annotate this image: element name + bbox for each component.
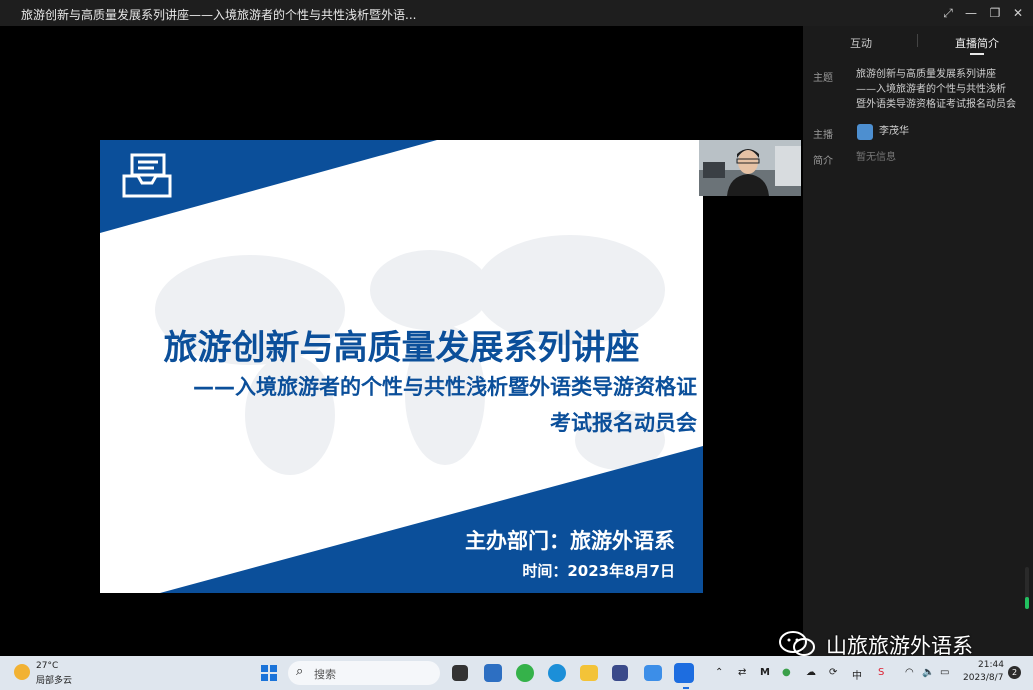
- store-icon[interactable]: [484, 664, 502, 682]
- volume-icon[interactable]: 🔈: [922, 667, 934, 678]
- active-tab-indicator: [970, 53, 984, 55]
- tab-live-intro[interactable]: 直播简介: [955, 35, 999, 51]
- host-name: 李茂华: [879, 126, 909, 137]
- tray-app3-icon[interactable]: ●: [782, 667, 791, 678]
- topic-line2: ——入境旅游者的个性与共性浅析: [856, 84, 1006, 95]
- window-title: 旅游创新与高质量发展系列讲座——入境旅游者的个性与共性浅析暨外语...: [21, 8, 417, 22]
- restore-button[interactable]: ❐: [985, 3, 1005, 23]
- clock-time[interactable]: 21:44: [978, 660, 1004, 670]
- tray-app2-icon[interactable]: M: [760, 667, 770, 678]
- weather-temp[interactable]: 27°C: [36, 661, 58, 671]
- tab-divider: [917, 34, 918, 47]
- slide-organizer: 主办部门：旅游外语系: [465, 529, 675, 553]
- live-app-icon[interactable]: [674, 663, 694, 683]
- active-app-indicator: [683, 687, 689, 689]
- search-icon: ⌕: [296, 664, 304, 679]
- tray-overflow-icon[interactable]: ⌃: [715, 667, 723, 678]
- topic-line1: 旅游创新与高质量发展系列讲座: [856, 69, 996, 80]
- topic-label: 主题: [813, 73, 833, 84]
- taskbar-search-box[interactable]: ⌕ 搜索: [288, 661, 440, 685]
- slide-time: 时间：2023年8月7日: [522, 562, 675, 580]
- cloud-icon[interactable]: [644, 665, 662, 681]
- file-explorer-icon[interactable]: [580, 665, 598, 681]
- intro-value: 暂无信息: [856, 152, 896, 163]
- tray-app6-icon[interactable]: S: [878, 667, 884, 678]
- wifi-icon[interactable]: ◠: [905, 667, 914, 678]
- intro-label: 简介: [813, 156, 833, 167]
- search-placeholder: 搜索: [314, 668, 336, 681]
- presentation-slide: 旅游创新与高质量发展系列讲座 ——入境旅游者的个性与共性浅析暨外语类导游资格证 …: [100, 140, 703, 593]
- close-button[interactable]: ✕: [1008, 3, 1028, 23]
- tray-app5-icon[interactable]: ⟳: [829, 667, 837, 678]
- presenter-camera: [699, 140, 801, 196]
- window-titlebar: 旅游创新与高质量发展系列讲座——入境旅游者的个性与共性浅析暨外语... ⤢ — …: [0, 0, 1033, 26]
- edge-browser-icon[interactable]: [548, 664, 566, 682]
- clock-date[interactable]: 2023/8/7: [963, 673, 1003, 683]
- weather-desc[interactable]: 局部多云: [36, 673, 72, 686]
- windows-taskbar: 27°C 局部多云 ⌕ 搜索 ⌃ ⇄ M ● ☁ ⟳ 中 S ◠ 🔈 ▭ 21:…: [0, 656, 1033, 690]
- tray-app4-icon[interactable]: ☁: [806, 667, 816, 678]
- start-icon[interactable]: [258, 662, 280, 684]
- task-view-icon[interactable]: [452, 665, 468, 681]
- slide-title: 旅游创新与高质量发展系列讲座: [163, 328, 640, 368]
- slide-subtitle-line1: ——入境旅游者的个性与共性浅析暨外语类导游资格证: [193, 375, 697, 399]
- notification-badge[interactable]: 2: [1008, 666, 1021, 679]
- weather-icon: [14, 664, 30, 680]
- slide-subtitle-line2: 考试报名动员会: [550, 411, 697, 435]
- host-label: 主播: [813, 130, 833, 141]
- tab-interaction[interactable]: 互动: [850, 35, 872, 51]
- minimize-button[interactable]: —: [961, 3, 981, 23]
- topic-line3: 暨外语类导游资格证考试报名动员会: [856, 99, 1016, 110]
- volume-indicator[interactable]: [1025, 567, 1029, 609]
- battery-icon[interactable]: ▭: [940, 667, 949, 678]
- tray-app1-icon[interactable]: ⇄: [738, 667, 746, 678]
- live-video-area[interactable]: 旅游创新与高质量发展系列讲座 ——入境旅游者的个性与共性浅析暨外语类导游资格证 …: [0, 26, 803, 656]
- host-avatar: [857, 124, 873, 140]
- fullscreen-button[interactable]: ⤢: [938, 3, 958, 23]
- app-icon[interactable]: [612, 665, 628, 681]
- ime-indicator[interactable]: 中: [852, 667, 862, 682]
- edge-icon[interactable]: [516, 664, 534, 682]
- live-info-panel: 互动 直播简介 主题 旅游创新与高质量发展系列讲座 ——入境旅游者的个性与共性浅…: [803, 26, 1033, 656]
